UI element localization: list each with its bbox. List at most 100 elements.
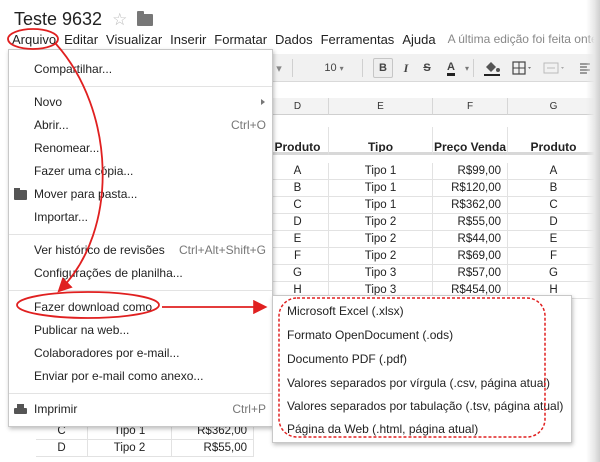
download-as-submenu: Microsoft Excel (.xlsx) Formato OpenDocu… [272,295,572,443]
strikethrough-button[interactable]: S [418,58,436,78]
table-cell[interactable]: D [508,214,600,231]
menu-item-move-to-folder[interactable]: Mover para pasta... [9,183,272,205]
star-icon[interactable]: ☆ [112,11,127,28]
table-cell[interactable]: G [508,265,600,282]
menu-item-share[interactable]: Compartilhar... [9,58,272,80]
column-header-e[interactable]: E [329,98,433,115]
header-cell[interactable]: Produto [508,127,600,155]
align-icon[interactable] [576,58,594,78]
table-cell[interactable]: R$55,00 [172,440,254,457]
menu-editar[interactable]: Editar [60,32,102,47]
table-cell[interactable]: D [36,440,88,457]
table-cell[interactable]: E [508,231,600,248]
menu-dados[interactable]: Dados [271,32,317,47]
download-xlsx[interactable]: Microsoft Excel (.xlsx) [273,300,571,323]
table-cell[interactable]: R$55,00 [433,214,508,231]
table-cell[interactable]: R$99,00 [433,163,508,180]
download-pdf[interactable]: Documento PDF (.pdf) [273,348,571,371]
table-cell[interactable]: Tipo 3 [329,265,433,282]
text-color-button[interactable]: A [440,58,462,78]
table-cell[interactable]: Tipo 2 [88,440,172,457]
menu-bar: Arquivo Editar Visualizar Inserir Format… [0,28,600,50]
download-csv[interactable]: Valores separados por vírgula (.csv, pág… [273,372,571,395]
menu-item-publish[interactable]: Publicar na web... [9,319,272,341]
menu-divider [9,234,272,235]
chevron-down-icon[interactable]: ▾ [274,58,284,78]
shortcut-label: Ctrl+O [230,118,266,132]
table-cell[interactable]: A [267,163,329,180]
menu-divider [9,290,272,291]
menu-inserir[interactable]: Inserir [166,32,210,47]
menu-item-open[interactable]: Abrir... Ctrl+O [9,114,272,136]
menu-item-new[interactable]: Novo [9,91,272,113]
menu-item-email-attachment[interactable]: Enviar por e-mail como anexo... [9,365,272,387]
menu-ajuda[interactable]: Ajuda [398,32,439,47]
title-bar: Teste 9632 ☆ [14,8,154,30]
shortcut-label: Ctrl+Alt+Shift+G [178,243,266,257]
table-cell[interactable]: F [267,248,329,265]
document-title[interactable]: Teste 9632 [14,9,102,30]
shortcut-label: Ctrl+P [232,402,266,416]
column-header-g[interactable]: G [508,98,600,115]
menu-item-revision-history[interactable]: Ver histórico de revisões Ctrl+Alt+Shift+… [9,239,272,261]
header-cell[interactable]: Preço Venda [433,127,508,155]
merge-cells-icon[interactable] [540,58,570,78]
download-html[interactable]: Página da Web (.html, página atual) [273,418,571,441]
table-cell[interactable]: B [508,180,600,197]
header-cell[interactable]: Produto [267,127,329,155]
menu-divider [9,86,272,87]
table-cell[interactable]: C [508,197,600,214]
menu-ferramentas[interactable]: Ferramentas [317,32,399,47]
download-ods[interactable]: Formato OpenDocument (.ods) [273,324,571,347]
table-cell[interactable]: R$57,00 [433,265,508,282]
table-cell[interactable]: A [508,163,600,180]
table-cell[interactable]: B [267,180,329,197]
table-cell[interactable]: Tipo 1 [329,163,433,180]
menu-item-make-copy[interactable]: Fazer uma cópia... [9,160,272,182]
font-size-value: 10 [324,62,337,74]
table-cell[interactable]: Tipo 2 [329,231,433,248]
table-cell[interactable]: Tipo 1 [329,197,433,214]
table-cell[interactable]: Tipo 2 [329,214,433,231]
table-cell[interactable]: F [508,248,600,265]
menu-visualizar[interactable]: Visualizar [102,32,166,47]
column-header-d[interactable]: D [267,98,329,115]
table-cell[interactable]: R$44,00 [433,231,508,248]
header-cell[interactable]: Tipo [329,127,433,155]
bold-button[interactable]: B [373,58,393,78]
folder-icon[interactable] [137,11,154,26]
italic-button[interactable]: I [397,58,415,78]
menu-arquivo[interactable]: Arquivo [8,31,61,47]
table-cell[interactable]: E [267,231,329,248]
borders-icon[interactable] [508,58,538,78]
download-tsv[interactable]: Valores separados por tabulação (.tsv, p… [273,395,571,418]
printer-icon [14,403,27,415]
menu-item-email-collaborators[interactable]: Colaboradores por e-mail... [9,342,272,364]
menu-item-spreadsheet-settings[interactable]: Configurações de planilha... [9,262,272,284]
menu-item-import[interactable]: Importar... [9,206,272,228]
menu-item-rename[interactable]: Renomear... [9,137,272,159]
table-cell[interactable]: R$69,00 [433,248,508,265]
file-menu-dropdown: Compartilhar... Novo Abrir... Ctrl+O Reno… [8,49,273,427]
column-header-f[interactable]: F [433,98,508,115]
chevron-down-icon: ▾ [339,63,344,73]
submenu-arrow-icon [261,99,265,105]
last-edit-status[interactable]: A última edição foi feita ontem às [448,32,600,46]
menu-divider [9,393,272,394]
table-cell[interactable]: R$120,00 [433,180,508,197]
menu-item-download-as[interactable]: Fazer download como [9,296,272,318]
font-size-select[interactable]: 10 ▾ [320,58,348,78]
menu-item-print[interactable]: Imprimir Ctrl+P [9,398,272,420]
table-cell[interactable]: R$362,00 [433,197,508,214]
table-cell[interactable]: D [267,214,329,231]
menu-formatar[interactable]: Formatar [210,32,271,47]
toolbar: ▾ 10 ▾ B I S A ▾ [270,54,600,82]
fill-color-icon[interactable] [478,58,506,78]
app-window: Teste 9632 ☆ Arquivo Editar Visualizar I… [0,0,600,462]
chevron-down-icon[interactable]: ▾ [462,58,472,78]
table-cell[interactable]: Tipo 1 [329,180,433,197]
folder-icon [14,188,27,200]
table-cell[interactable]: G [267,265,329,282]
table-cell[interactable]: Tipo 2 [329,248,433,265]
table-cell[interactable]: C [267,197,329,214]
